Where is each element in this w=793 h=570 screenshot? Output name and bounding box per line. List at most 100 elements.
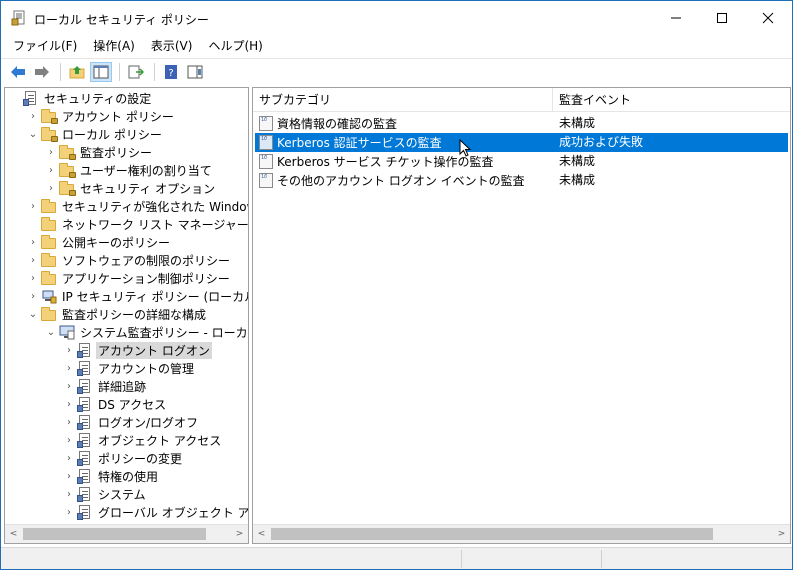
ip-security-icon xyxy=(41,288,57,304)
tree-item[interactable]: › 公開キーのポリシー xyxy=(27,233,172,251)
chevron-right-icon[interactable]: › xyxy=(27,269,39,287)
menu-help[interactable]: ヘルプ(H) xyxy=(200,36,270,56)
forward-button[interactable] xyxy=(31,62,53,82)
chevron-right-icon[interactable]: › xyxy=(63,503,75,521)
action-pane-button[interactable] xyxy=(184,62,206,82)
column-header-audit-events[interactable]: 監査イベント xyxy=(553,88,790,112)
chevron-right-icon[interactable]: › xyxy=(63,395,75,413)
list-horizontal-scrollbar[interactable]: < > xyxy=(253,524,790,543)
tree-item[interactable]: › アカウント ポリシー xyxy=(27,107,176,125)
tree-item[interactable]: ⌄ ローカル ポリシー xyxy=(27,125,164,143)
policy-icon xyxy=(77,342,93,358)
policy-icon xyxy=(23,90,39,106)
chevron-right-icon[interactable]: › xyxy=(45,161,57,179)
title-bar[interactable]: ローカル セキュリティ ポリシー xyxy=(1,1,792,35)
tree-item[interactable]: ネットワーク リスト マネージャー ポリシー xyxy=(27,215,248,233)
scroll-thumb[interactable] xyxy=(271,528,713,540)
chevron-right-icon[interactable]: › xyxy=(63,413,75,431)
up-one-level-button[interactable] xyxy=(66,62,88,82)
chevron-down-icon[interactable]: ⌄ xyxy=(27,305,39,323)
chevron-right-icon[interactable]: › xyxy=(45,179,57,197)
list-item[interactable]: Kerberos サービス チケット操作の監査未構成 xyxy=(255,152,788,171)
chevron-right-icon[interactable]: › xyxy=(27,287,39,305)
toolbar-separator xyxy=(154,62,155,81)
tree-item[interactable]: › グローバル オブジェクト アクセスの監 xyxy=(63,503,248,521)
export-list-button[interactable] xyxy=(125,62,147,82)
chevron-down-icon[interactable]: ⌄ xyxy=(45,323,57,341)
tree-item-label: アカウント ポリシー xyxy=(62,109,174,124)
list-item[interactable]: その他のアカウント ログオン イベントの監査 未構成 xyxy=(255,171,788,190)
minimize-button[interactable] xyxy=(653,1,699,35)
chevron-right-icon[interactable]: › xyxy=(27,107,39,125)
tree-item[interactable]: › 特権の使用 xyxy=(63,467,160,485)
chevron-down-icon[interactable]: ⌄ xyxy=(27,125,39,143)
tree-item[interactable]: › ユーザー権利の割り当て xyxy=(45,161,214,179)
help-button[interactable]: ? xyxy=(160,62,182,82)
locked-folder-icon xyxy=(59,162,76,178)
chevron-right-icon[interactable]: › xyxy=(63,449,75,467)
chevron-right-icon[interactable]: › xyxy=(63,359,75,377)
scroll-thumb[interactable] xyxy=(23,528,206,540)
folder-icon xyxy=(41,270,57,286)
tree-item[interactable]: › セキュリティが強化された Windows ファイア xyxy=(27,197,248,215)
chevron-right-icon[interactable]: › xyxy=(27,251,39,269)
details-pane: サブカテゴリ 監査イベント 資格情報の確認の監査未構成Kerberos 認証サー… xyxy=(252,87,791,544)
tree-horizontal-scrollbar[interactable]: < > xyxy=(5,524,248,543)
tree-item[interactable]: › アプリケーション制御ポリシー xyxy=(27,269,232,287)
chevron-right-icon[interactable]: › xyxy=(27,233,39,251)
show-hide-tree-button[interactable] xyxy=(90,61,112,82)
back-button[interactable] xyxy=(7,62,29,82)
chevron-right-icon[interactable]: › xyxy=(63,485,75,503)
menu-action[interactable]: 操作(A) xyxy=(85,36,143,56)
tree-item[interactable]: › アカウント ログオン xyxy=(63,341,212,359)
tree-item-label: アプリケーション制御ポリシー xyxy=(62,271,230,286)
tree-item[interactable]: › アカウントの管理 xyxy=(63,359,196,377)
chevron-right-icon[interactable]: › xyxy=(63,431,75,449)
maximize-button[interactable] xyxy=(699,1,745,35)
forward-arrow-icon xyxy=(35,65,49,78)
tree-item-label: 特権の使用 xyxy=(98,469,159,484)
chevron-right-icon[interactable]: › xyxy=(63,377,75,395)
tree-item[interactable]: › ポリシーの変更 xyxy=(63,449,184,467)
list-item[interactable]: 資格情報の確認の監査 未構成 xyxy=(255,114,788,133)
tree-item[interactable]: ⌄ システム監査ポリシー - ローカル グループ xyxy=(45,323,248,341)
tree-item[interactable]: › ソフトウェアの制限のポリシー xyxy=(27,251,232,269)
tree-item[interactable]: › ログオン/ログオフ xyxy=(63,413,200,431)
scroll-left-icon[interactable]: < xyxy=(5,525,22,543)
scroll-left-icon[interactable]: < xyxy=(253,525,270,543)
chevron-right-icon[interactable]: › xyxy=(45,143,57,161)
locked-folder-icon xyxy=(59,144,76,160)
tree-item-label: 詳細追跡 xyxy=(98,379,147,394)
subcategory-name: Kerberos 認証サービスの監査 xyxy=(277,136,442,150)
column-header-subcategory[interactable]: サブカテゴリ xyxy=(253,88,553,112)
tree-item-label: DS アクセス xyxy=(98,397,167,412)
app-window: ローカル セキュリティ ポリシー ファイル(F) 操作(A) 表示(V) ヘルプ… xyxy=(0,0,793,570)
policy-icon xyxy=(77,378,93,394)
tree-item[interactable]: セキュリティの設定 xyxy=(9,89,153,107)
tree-item-label: 監査ポリシーの詳細な構成 xyxy=(62,307,207,322)
folder-icon xyxy=(41,234,57,250)
audit-setting-icon xyxy=(259,154,273,169)
list-item[interactable]: Kerberos 認証サービスの監査 成功および失敗 xyxy=(255,133,788,152)
chevron-right-icon[interactable]: › xyxy=(63,467,75,485)
tree-item[interactable]: › DS アクセス xyxy=(63,395,168,413)
menu-file[interactable]: ファイル(F) xyxy=(5,36,85,56)
tree-item[interactable]: › オブジェクト アクセス xyxy=(63,431,223,449)
chevron-right-icon[interactable]: › xyxy=(27,197,39,215)
tree-item[interactable]: › 詳細追跡 xyxy=(63,377,148,395)
tree-item[interactable]: ⌄ 監査ポリシーの詳細な構成 xyxy=(27,305,208,323)
tree-item[interactable]: › 監査ポリシー xyxy=(45,143,154,161)
policy-icon xyxy=(77,414,93,430)
scroll-right-icon[interactable]: > xyxy=(773,525,790,543)
show-hide-tree-icon xyxy=(93,65,109,78)
tree-item-label: セキュリティの設定 xyxy=(44,91,152,106)
tree-item[interactable]: › システム xyxy=(63,485,148,503)
tree-item[interactable]: › セキュリティ オプション xyxy=(45,179,217,197)
tree-item-label: ネットワーク リスト マネージャー ポリシー xyxy=(62,217,248,232)
folder-icon xyxy=(41,198,57,214)
tree-item[interactable]: › IP セキュリティ ポリシー (ローカル コンピュータ xyxy=(27,287,248,305)
menu-view[interactable]: 表示(V) xyxy=(143,36,201,56)
close-button[interactable] xyxy=(745,1,791,35)
scroll-right-icon[interactable]: > xyxy=(231,525,248,543)
chevron-right-icon[interactable]: › xyxy=(63,341,75,359)
